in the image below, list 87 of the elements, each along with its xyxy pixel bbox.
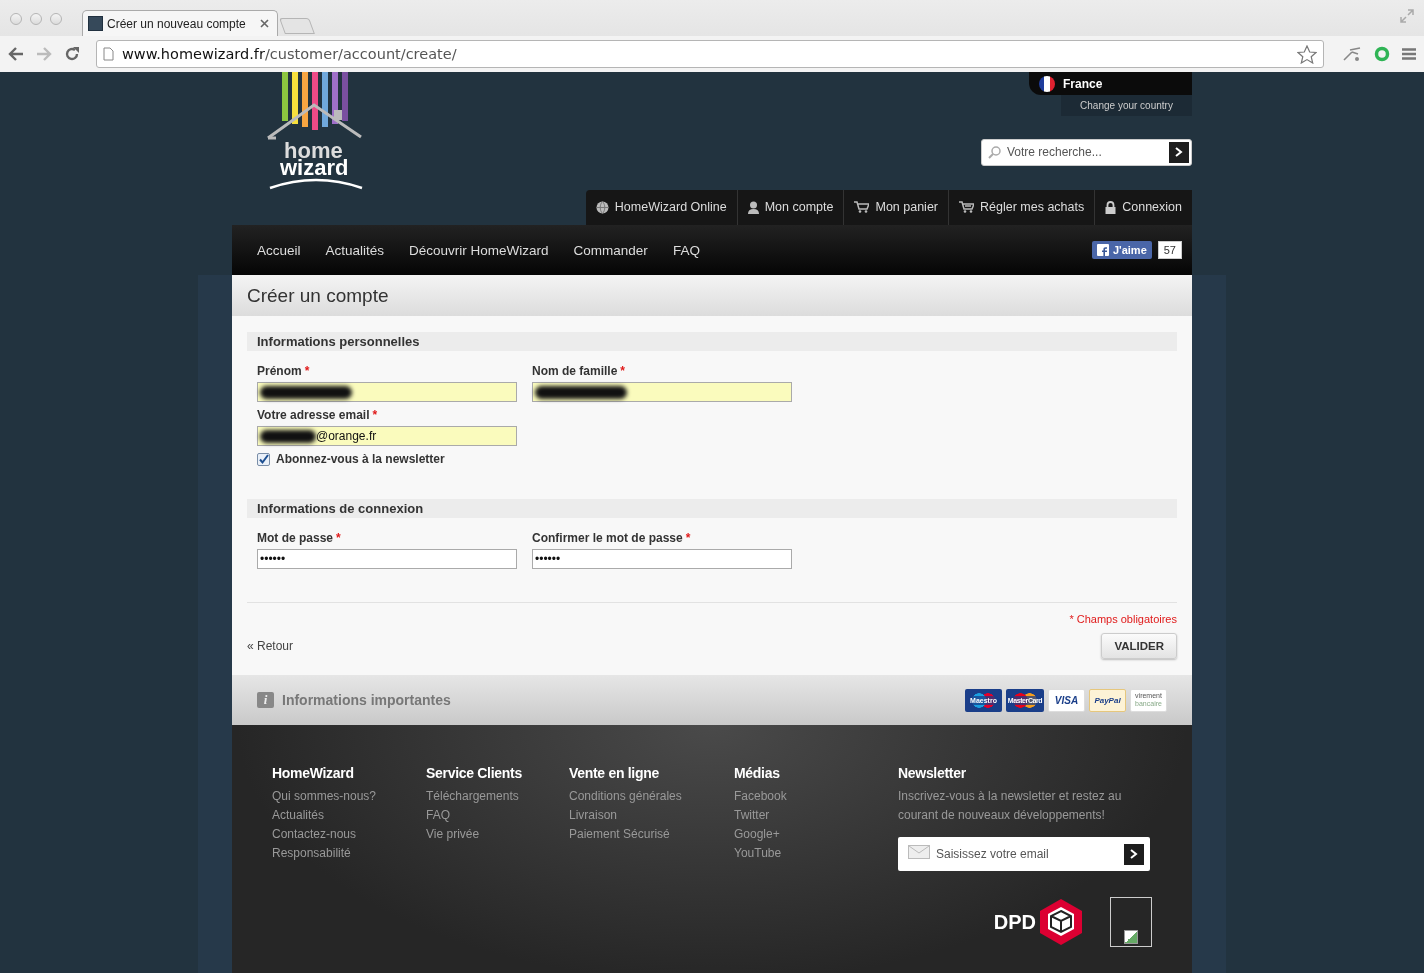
- extension-icon[interactable]: [1374, 46, 1390, 62]
- nav-link[interactable]: Accueil: [257, 242, 301, 258]
- field-label: Confirmer le mot de passe: [532, 531, 683, 545]
- footer-heading: Newsletter: [898, 765, 967, 781]
- search-icon: [988, 145, 1001, 159]
- reload-icon[interactable]: [64, 46, 80, 62]
- page-title: Créer un compte: [232, 275, 1192, 316]
- footer-heading: Vente en ligne: [569, 765, 660, 781]
- facebook-icon: [1096, 244, 1109, 256]
- star-icon[interactable]: [1297, 44, 1317, 64]
- browser-tab[interactable]: Créer un nouveau compte: [82, 10, 278, 36]
- footer-link[interactable]: Contactez-nous: [272, 825, 426, 844]
- field-label: Nom de famille: [532, 364, 618, 378]
- search-bar[interactable]: Votre recherche...: [981, 139, 1192, 166]
- footer-link[interactable]: Vie privée: [426, 825, 569, 844]
- email-input[interactable]: Saisissez votre email: [936, 847, 1118, 861]
- required-mark: *: [372, 408, 378, 422]
- tool-icon[interactable]: [1342, 46, 1362, 62]
- footer-heading: Médias: [734, 765, 781, 781]
- footer-link[interactable]: Livraison: [569, 806, 734, 825]
- footer-heading: HomeWizard: [272, 765, 355, 781]
- like-count: 57: [1157, 241, 1182, 259]
- footer-link[interactable]: YouTube: [734, 844, 898, 863]
- footer-link[interactable]: Facebook: [734, 787, 898, 806]
- change-country-link[interactable]: Change your country: [1061, 95, 1192, 116]
- nav-link[interactable]: FAQ: [672, 242, 700, 258]
- field-label: Mot de passe: [257, 531, 334, 545]
- submit-button[interactable]: VALIDER: [1101, 633, 1177, 659]
- required-mark: *: [336, 531, 341, 545]
- top-nav-link[interactable]: HomeWizard Online: [585, 189, 737, 225]
- favicon-icon: [88, 16, 103, 31]
- input-field[interactable]: [532, 382, 792, 402]
- newsletter-bar[interactable]: Saisissez votre email: [898, 837, 1150, 871]
- subscribe-button[interactable]: [1124, 843, 1144, 865]
- input-field[interactable]: [257, 382, 517, 402]
- nav-link[interactable]: Commander: [573, 242, 648, 258]
- footer-link[interactable]: Téléchargements: [426, 787, 569, 806]
- paypal-logo: PayPal: [1089, 688, 1126, 712]
- footer-link[interactable]: Responsabilité: [272, 844, 426, 863]
- footer-link[interactable]: Actualités: [272, 806, 426, 825]
- required-mark: *: [304, 364, 310, 378]
- tab-title: Créer un nouveau compte: [107, 16, 247, 31]
- input-field[interactable]: @orange.fr: [257, 426, 517, 446]
- footer-link[interactable]: Qui sommes-nous?: [272, 787, 426, 806]
- page-icon: [103, 47, 114, 61]
- flag-icon: [1039, 75, 1055, 92]
- like-button[interactable]: J'aime: [1091, 241, 1152, 259]
- dpd-logo: DPD: [993, 897, 1086, 947]
- visa-logo: VISA: [1048, 688, 1085, 712]
- footer-link[interactable]: Twitter: [734, 806, 898, 825]
- cart-icon: [854, 201, 870, 214]
- address-bar[interactable]: www.homewizard.fr/customer/account/create/: [96, 40, 1324, 68]
- newsletter-text: Inscrivez-vous à la newsletter et restez au courant de nouveaux développements!: [898, 788, 1123, 824]
- input-field[interactable]: ••••••: [532, 549, 792, 569]
- nav-link[interactable]: Découvrir HomeWizard: [409, 242, 549, 258]
- required-mark: *: [685, 531, 691, 545]
- field-label: Prénom: [257, 364, 302, 378]
- url-text: www.homewizard.fr/customer/account/create/: [122, 46, 458, 62]
- lock-icon: [1105, 200, 1117, 214]
- globe-icon: [595, 200, 609, 214]
- cart-icon: [959, 201, 974, 214]
- checkbox-label: Abonnez-vous à la newsletter: [276, 452, 445, 466]
- nav-link[interactable]: Actualités: [325, 242, 385, 258]
- checkbox[interactable]: [257, 452, 270, 466]
- info-icon: i: [257, 692, 274, 708]
- section-heading: Informations de connexion: [247, 499, 1177, 518]
- chevron-icon: [1130, 849, 1138, 859]
- back-link[interactable]: « Retour: [247, 639, 294, 653]
- logo[interactable]: home wizard: [266, 72, 366, 190]
- person-icon: [747, 200, 759, 214]
- footer-link[interactable]: Conditions générales: [569, 787, 734, 806]
- broken-image-icon: [1124, 930, 1138, 944]
- chevron-icon: [1175, 147, 1183, 158]
- field-label: Votre adresse email: [257, 408, 370, 422]
- footer-link[interactable]: Paiement Sécurisé: [569, 825, 734, 844]
- close-icon[interactable]: [260, 19, 269, 28]
- required-note: * Champs obligatoires: [1069, 613, 1177, 625]
- footer-link[interactable]: FAQ: [426, 806, 569, 825]
- search-button[interactable]: [1169, 141, 1189, 163]
- footer-heading: Service Clients: [426, 765, 523, 781]
- back-icon[interactable]: [8, 47, 24, 61]
- required-mark: *: [620, 364, 626, 378]
- input-field[interactable]: ••••••: [257, 549, 517, 569]
- menu-icon[interactable]: [1402, 48, 1416, 60]
- section-heading: Informations personnelles: [247, 332, 1177, 351]
- country-selector[interactable]: France: [1029, 72, 1192, 95]
- footer-link[interactable]: Google+: [734, 825, 898, 844]
